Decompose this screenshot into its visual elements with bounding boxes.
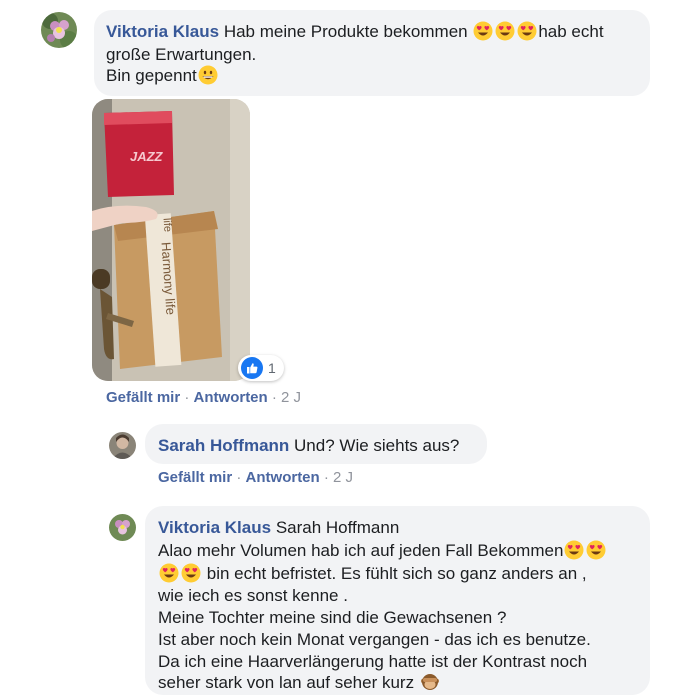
like-link[interactable]: Gefällt mir	[106, 389, 180, 406]
comment-1-line-3: Bin gepennt	[106, 64, 219, 87]
reply-link[interactable]: Antworten	[246, 469, 320, 486]
comment-3-line-1: Alao mehr Volumen hab ich auf jeden Fall…	[158, 539, 607, 562]
reply-link[interactable]: Antworten	[194, 389, 268, 406]
author-name-viktoria[interactable]: Viktoria Klaus	[106, 22, 219, 41]
avatar-sarah[interactable]	[109, 432, 136, 459]
like-link[interactable]: Gefällt mir	[158, 469, 232, 486]
comment-1-line-2: große Erwartungen.	[106, 45, 257, 64]
comment-2-text: Sarah Hoffmann Und? Wie siehts aus?	[158, 436, 460, 455]
heart-eyes-emoji	[159, 563, 179, 583]
avatar-viktoria-small[interactable]	[109, 514, 136, 541]
heart-eyes-emoji	[586, 540, 606, 560]
author-name-sarah[interactable]: Sarah Hoffmann	[158, 436, 289, 455]
heart-eyes-emoji	[517, 21, 537, 41]
comment-3-line-7: seher stark von lan auf seher kurz	[158, 671, 441, 694]
comment-1-actions: Gefällt mir · Antworten · 2 J	[106, 389, 302, 406]
flower-avatar-image	[109, 514, 136, 541]
timestamp[interactable]: 2 J	[333, 469, 353, 486]
heart-eyes-emoji	[181, 563, 201, 583]
reaction-count: 1	[268, 360, 276, 376]
thumbs-up-icon	[241, 357, 263, 379]
flower-avatar-image	[41, 12, 77, 48]
comment-3-line-3: wie iech es sonst kenne .	[158, 586, 348, 605]
comment-3-header: Viktoria Klaus Sarah Hoffmann	[158, 516, 399, 539]
attached-photo[interactable]: JAZZ Harmony life life	[92, 99, 250, 381]
bag-label: JAZZ	[130, 149, 163, 164]
comment-3-line-6: Da ich eine Haarverlängerung hatte ist d…	[158, 652, 588, 671]
product-photo-image	[92, 99, 250, 381]
heart-eyes-emoji	[495, 21, 515, 41]
comment-3-line-2: bin echt befristet. Es fühlt sich so gan…	[158, 562, 587, 585]
heart-eyes-emoji	[564, 540, 584, 560]
mention-link[interactable]: Sarah Hoffmann	[276, 518, 399, 537]
box-label-top: life	[160, 217, 174, 233]
person-avatar-image	[109, 432, 136, 459]
timestamp[interactable]: 2 J	[281, 389, 301, 406]
comment-2-actions: Gefällt mir · Antworten · 2 J	[158, 469, 354, 486]
comment-3-line-5: Ist aber noch kein Monat vergangen - das…	[158, 630, 591, 649]
author-name-viktoria[interactable]: Viktoria Klaus	[158, 518, 271, 537]
avatar-viktoria[interactable]	[41, 12, 77, 48]
grinning-emoji	[198, 65, 218, 85]
see-no-evil-monkey-emoji	[420, 672, 440, 692]
heart-eyes-emoji	[473, 21, 493, 41]
comment-1-line-1: Viktoria Klaus Hab meine Produkte bekomm…	[106, 21, 604, 41]
comment-3-line-4: Meine Tochter meine sind die Gewachsenen…	[158, 608, 507, 627]
